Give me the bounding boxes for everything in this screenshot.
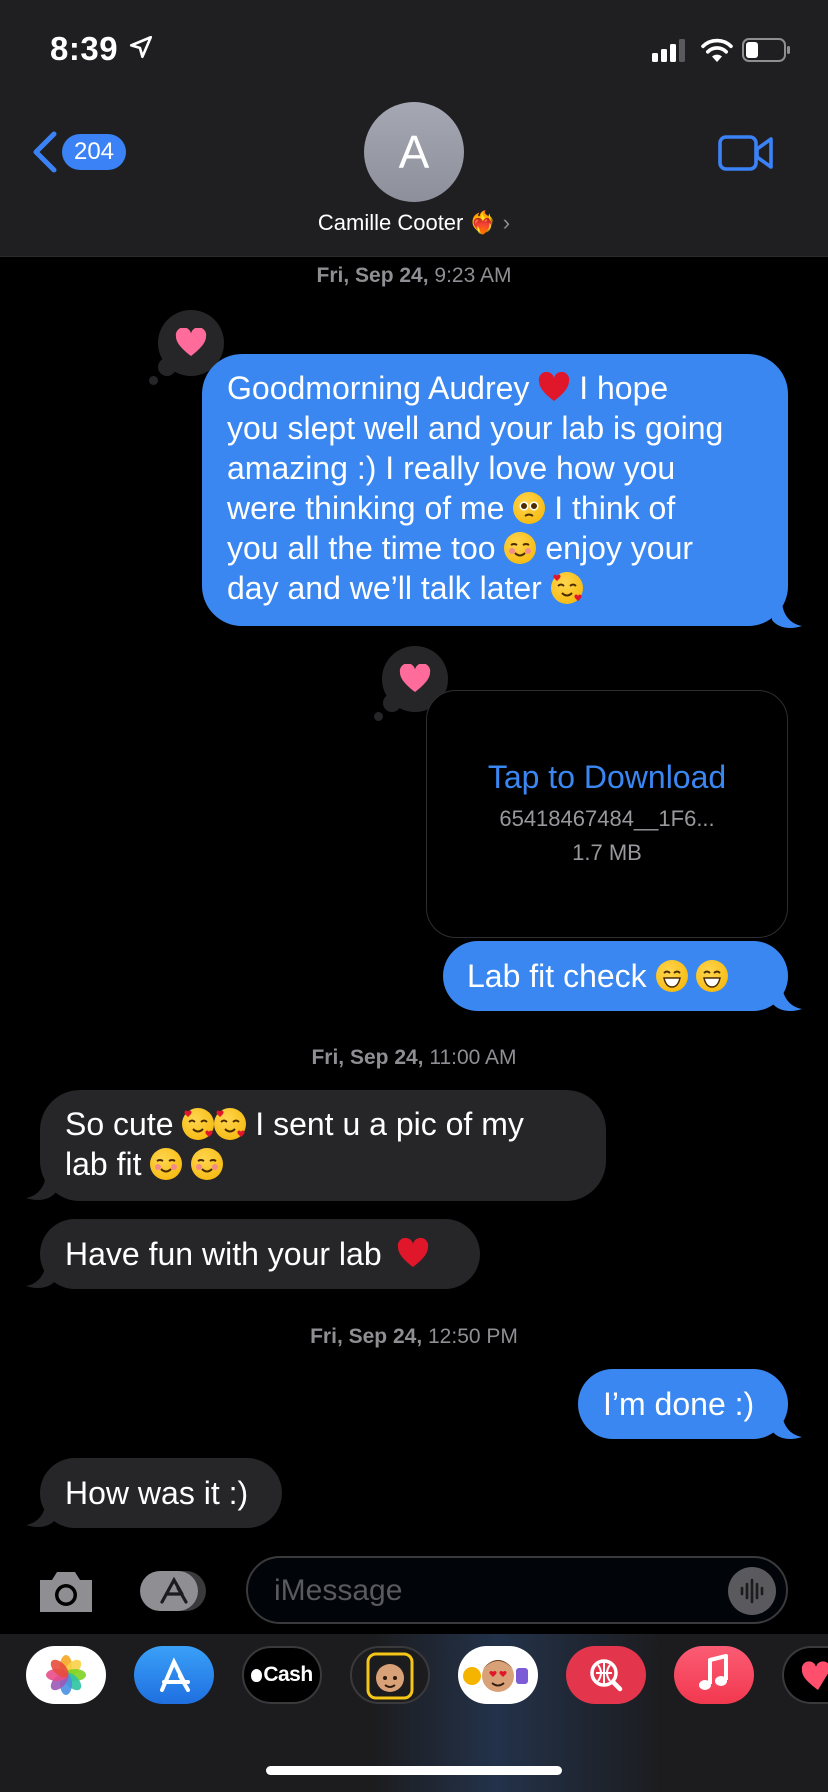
- attachment-filename: 65418467484__1F6...: [499, 806, 715, 831]
- contact-emoji: ❤️‍🔥: [469, 210, 497, 235]
- tapback-dot: [149, 376, 158, 385]
- message-text: I think of: [554, 490, 676, 526]
- location-arrow-icon: [129, 35, 153, 59]
- apple-logo-icon: [251, 1669, 263, 1682]
- sent-message-bubble[interactable]: I’m done :): [578, 1369, 788, 1439]
- message-text: I hope: [579, 370, 669, 406]
- memoji-stickers-app-icon[interactable]: [458, 1646, 538, 1704]
- message-text: lab fit: [65, 1146, 142, 1182]
- message-text: I’m done :): [603, 1386, 755, 1422]
- conversation-header: 8:39 204 A Camille Cooter ❤️‍🔥 ›: [0, 0, 828, 257]
- red-heart-emoji: [397, 1237, 428, 1267]
- contact-name: Camille Cooter: [317, 210, 464, 235]
- timestamp-day: Fri, Sep 24,: [311, 1046, 424, 1069]
- memoji-app-icon[interactable]: [350, 1646, 430, 1704]
- bubble-tail: [772, 1411, 802, 1439]
- smiling-face-with-hearts-emoji: [550, 572, 583, 604]
- camera-icon[interactable]: [36, 1568, 96, 1616]
- heart-icon: [175, 328, 207, 356]
- heart-icon: [399, 664, 431, 692]
- home-indicator[interactable]: [266, 1766, 562, 1775]
- received-message-bubble[interactable]: So cute I sent u a pic of my lab fit: [40, 1090, 606, 1201]
- audio-message-button[interactable]: [728, 1567, 776, 1615]
- smiling-face-emoji: [191, 1148, 224, 1180]
- facetime-video-icon[interactable]: [718, 134, 774, 172]
- app-store-app-icon[interactable]: [134, 1646, 214, 1704]
- message-text: you slept well and your lab is going: [227, 410, 724, 446]
- input-placeholder: iMessage: [274, 1574, 403, 1607]
- timestamp-day: Fri, Sep 24,: [310, 1325, 423, 1348]
- message-timestamp: Fri, Sep 24, 12:50 PM: [0, 1325, 828, 1349]
- timestamp-time: 9:23 AM: [434, 264, 512, 287]
- photos-app-icon[interactable]: [26, 1646, 106, 1704]
- bubble-tail: [26, 1260, 56, 1288]
- sent-message-bubble[interactable]: Goodmorning Audrey I hope you slept well…: [202, 354, 788, 626]
- message-text: Have fun with your lab: [65, 1236, 382, 1272]
- web-images-app-icon[interactable]: [566, 1646, 646, 1704]
- sent-message-bubble[interactable]: Lab fit check: [443, 941, 788, 1011]
- message-text: How was it :): [65, 1475, 249, 1511]
- music-app-icon[interactable]: [674, 1646, 754, 1704]
- battery-icon: [742, 38, 790, 62]
- cellular-signal-icon: [652, 39, 685, 62]
- app-store-icon[interactable]: [138, 1568, 210, 1614]
- smiling-face-emoji: [150, 1148, 183, 1180]
- red-heart-emoji: [539, 371, 570, 401]
- bubble-tail: [26, 1172, 56, 1200]
- message-text: you all the time too: [227, 530, 496, 566]
- message-text: day and we’ll talk later: [227, 570, 542, 606]
- timestamp-day: Fri, Sep 24,: [316, 264, 429, 287]
- grinning-face-emoji: [655, 960, 688, 992]
- bubble-tail: [26, 1499, 56, 1527]
- apple-cash-app-icon[interactable]: Cash: [242, 1646, 322, 1704]
- message-text: Lab fit check: [467, 958, 647, 994]
- message-timestamp: Fri, Sep 24, 9:23 AM: [0, 264, 828, 288]
- message-text: Goodmorning Audrey: [227, 370, 530, 406]
- tapback-dot: [374, 712, 383, 721]
- smiling-face-with-hearts-emoji: [214, 1108, 247, 1140]
- wifi-icon: [701, 38, 733, 62]
- waveform-icon: [740, 1578, 764, 1604]
- apple-cash-label: Cash: [263, 1663, 313, 1686]
- received-message-bubble[interactable]: How was it :): [40, 1458, 282, 1528]
- contact-avatar[interactable]: A: [364, 102, 464, 202]
- message-text: were thinking of me: [227, 490, 505, 526]
- timestamp-time: 11:00 AM: [429, 1046, 517, 1069]
- message-timestamp: Fri, Sep 24, 11:00 AM: [0, 1046, 828, 1070]
- grinning-face-emoji: [696, 960, 729, 992]
- attachment-size: 1.7 MB: [572, 840, 642, 865]
- contact-name-button[interactable]: Camille Cooter ❤️‍🔥 ›: [0, 210, 828, 236]
- back-button[interactable]: 204: [30, 128, 140, 178]
- status-time: 8:39: [50, 30, 119, 67]
- smiling-face-emoji: [504, 532, 537, 564]
- message-text: So cute: [65, 1106, 174, 1142]
- bubble-tail: [772, 600, 802, 628]
- chevron-right-icon: ›: [502, 210, 511, 235]
- tap-to-download-link[interactable]: Tap to Download: [427, 759, 787, 796]
- imessage-input[interactable]: iMessage: [246, 1556, 788, 1624]
- smiling-face-with-hearts-emoji: [182, 1108, 215, 1140]
- received-message-bubble[interactable]: Have fun with your lab: [40, 1219, 480, 1289]
- timestamp-time: 12:50 PM: [428, 1325, 518, 1348]
- message-text: enjoy your: [545, 530, 694, 566]
- message-text: amazing :) I really love how you: [227, 450, 676, 486]
- pleading-face-emoji: [513, 492, 546, 524]
- unread-count-badge: 204: [62, 134, 126, 170]
- message-text: I sent u a pic of my: [255, 1106, 524, 1142]
- chevron-left-icon: [33, 131, 57, 173]
- bubble-tail: [772, 983, 802, 1011]
- attachment-download-card[interactable]: Tap to Download 65418467484__1F6... 1.7 …: [426, 690, 788, 938]
